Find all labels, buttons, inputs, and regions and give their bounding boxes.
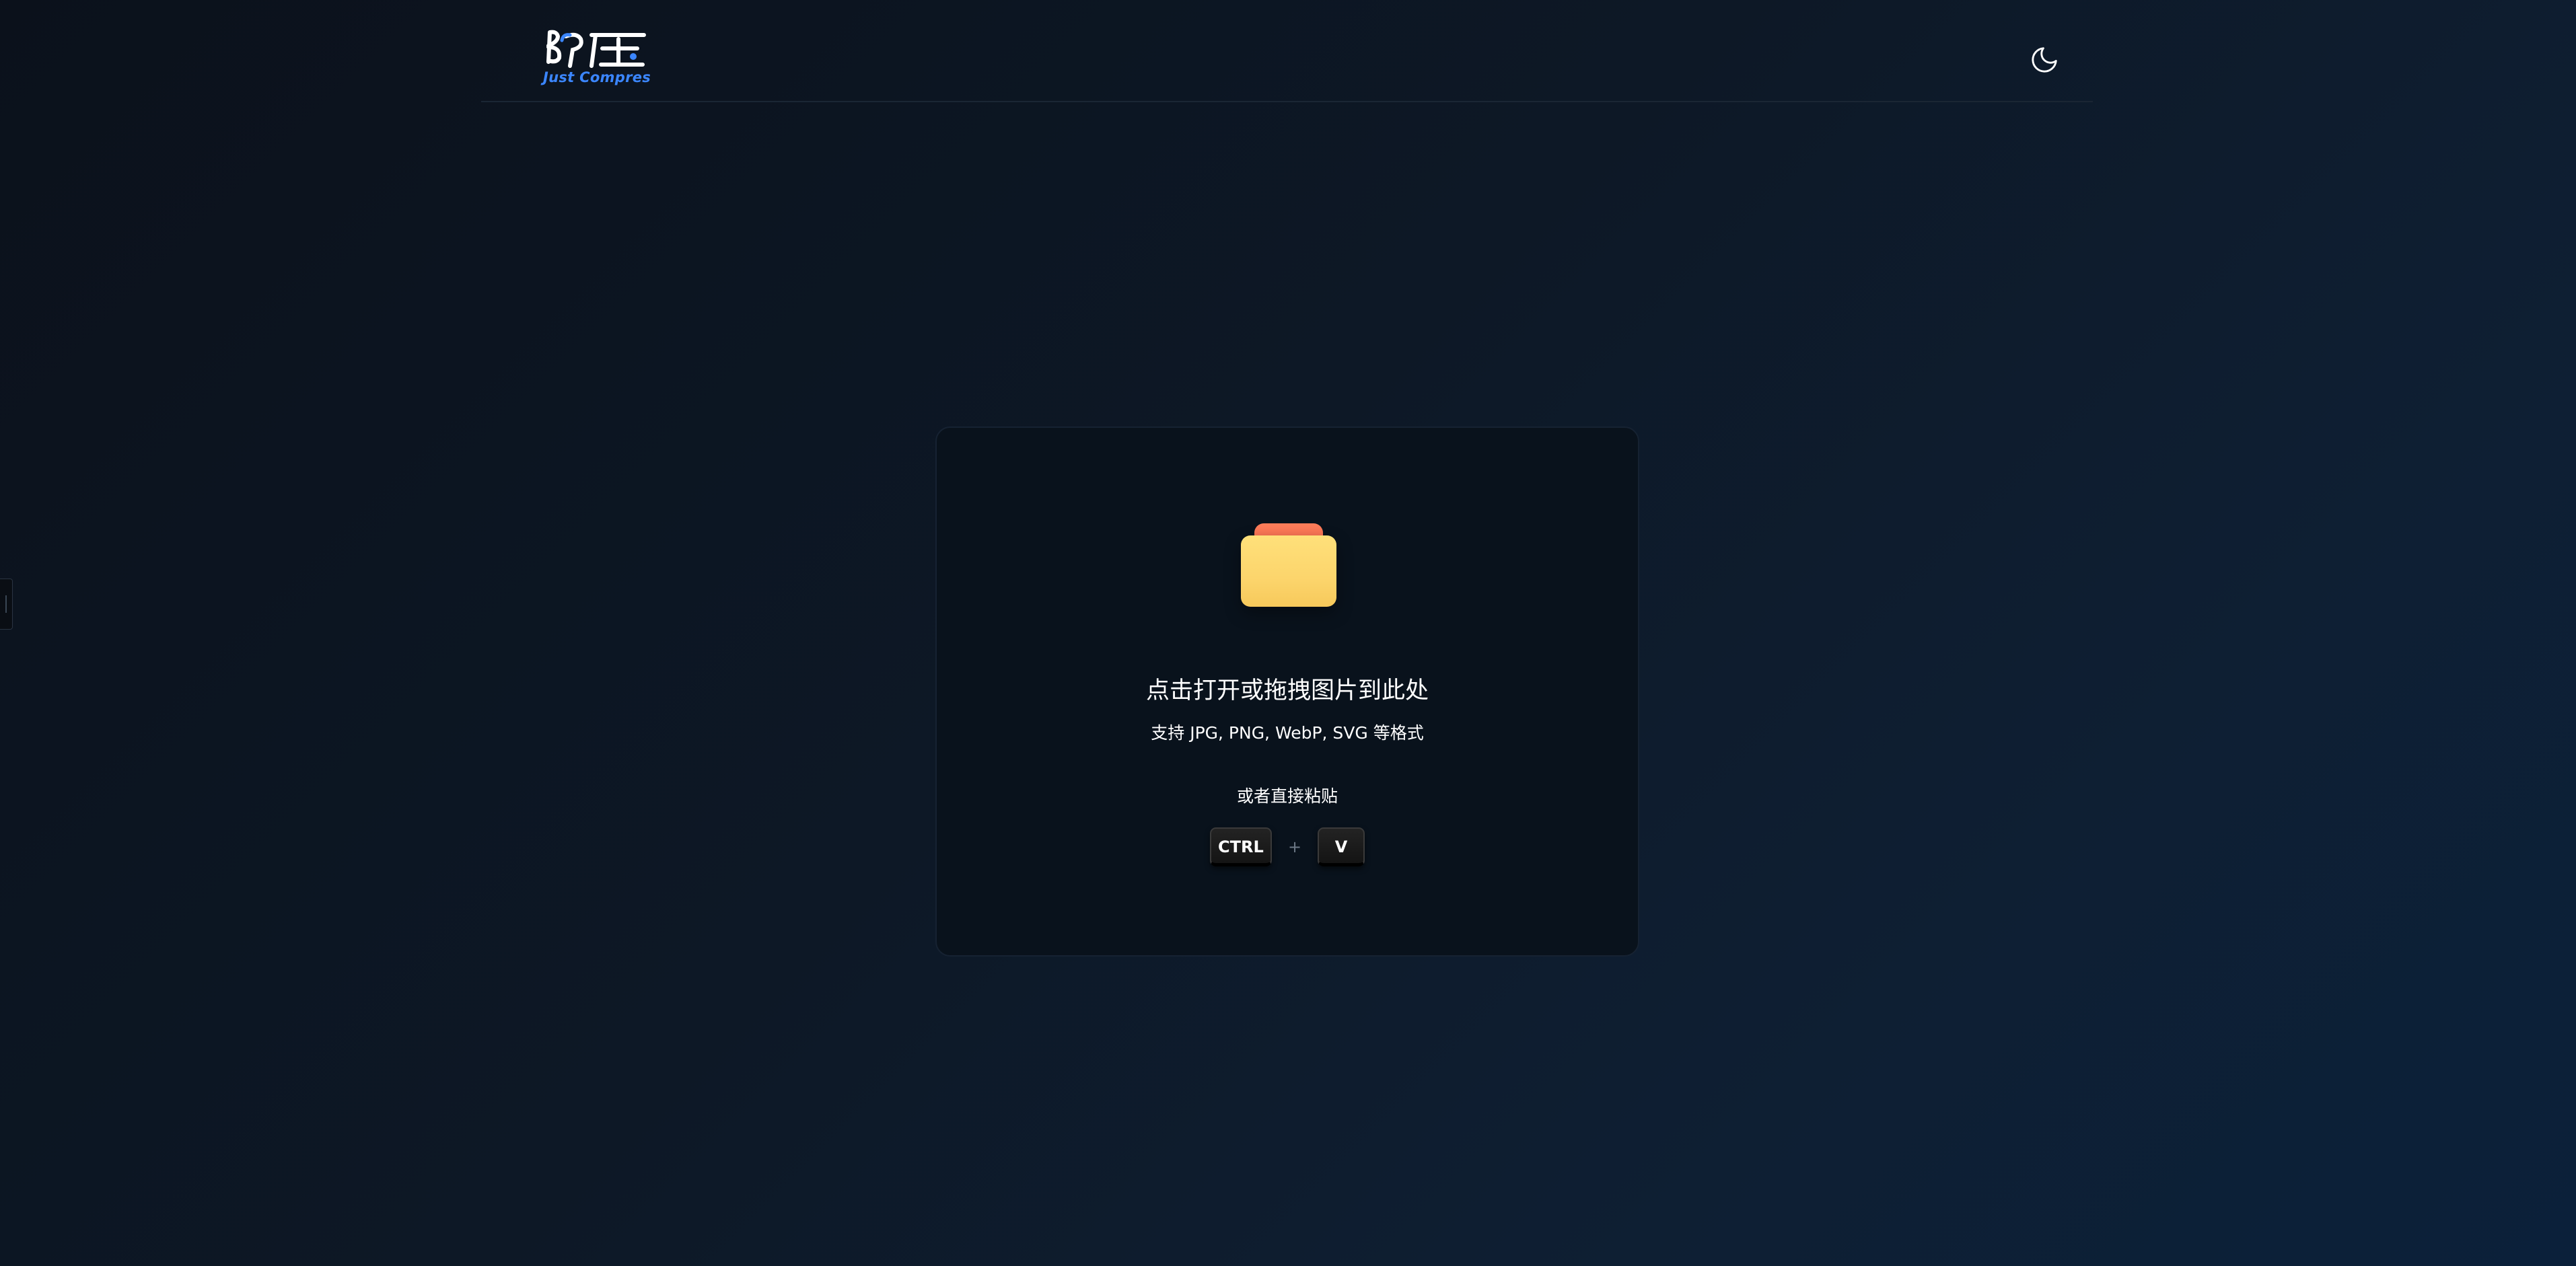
supported-formats-text: 支持 JPG, PNG, WebP, SVG 等格式 [1151,723,1424,743]
moon-icon [2032,47,2057,73]
image-dropzone[interactable]: 点击打开或拖拽图片到此处 支持 JPG, PNG, WebP, SVG 等格式 … [935,426,1639,957]
dropzone-title: 点击打开或拖拽图片到此处 [1145,677,1429,704]
theme-toggle-button[interactable] [2029,44,2060,75]
ctrl-key: CTRL [1209,827,1272,866]
app-logo[interactable]: Just Compres [543,27,657,91]
plus-sign: + [1287,837,1302,856]
page: { "app": { "logo_mark": "即压", "logo_subt… [0,0,2576,1266]
logo-subtitle: Just Compres [543,69,651,85]
folder-icon [1241,523,1336,607]
folder-body [1241,535,1336,607]
logo-mark-icon [546,30,646,68]
top-header: Just Compres [481,0,2093,102]
paste-shortcut: CTRL + V [937,827,1638,869]
side-panel-handle[interactable] [0,579,13,630]
v-key: V [1318,827,1365,866]
paste-hint-label: 或者直接粘贴 [1236,786,1338,806]
handle-grip [5,595,7,613]
